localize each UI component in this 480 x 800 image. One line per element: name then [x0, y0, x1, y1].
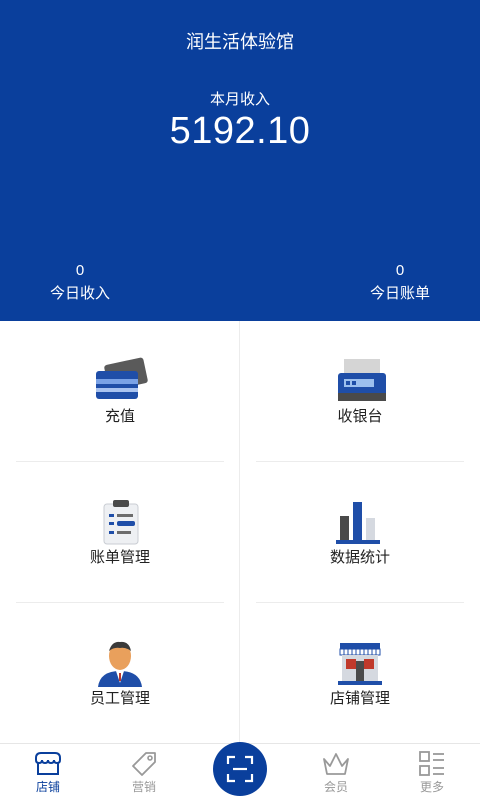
- scan-button[interactable]: [213, 742, 267, 796]
- storefront-icon: [330, 639, 390, 687]
- store-management-button[interactable]: 店铺管理: [248, 603, 472, 743]
- today-bills-value: 0: [395, 262, 405, 279]
- feature-grid: 充值 收银台 账单管理 数据统计 员工管理 店铺管理: [0, 321, 480, 743]
- tab-member[interactable]: 会员: [296, 744, 376, 800]
- scan-icon: [226, 755, 254, 783]
- cash-register-icon: [330, 357, 390, 405]
- crown-icon: [321, 749, 351, 779]
- tab-marketing-label: 营销: [131, 780, 156, 794]
- today-income-label: 今日收入: [49, 285, 110, 302]
- cashier-button[interactable]: 收银台: [248, 321, 472, 461]
- bar-chart-icon: [330, 498, 390, 546]
- staff-management-button[interactable]: 员工管理: [8, 603, 232, 743]
- tab-member-label: 会员: [323, 780, 348, 794]
- month-income-value: 5192.10: [169, 110, 311, 152]
- tab-shop[interactable]: 店铺: [8, 744, 88, 800]
- tab-more-label: 更多: [419, 780, 444, 794]
- tag-icon: [129, 749, 159, 779]
- recharge-button[interactable]: 充值: [8, 321, 232, 461]
- staff-icon: [90, 639, 150, 687]
- more-grid-icon: [417, 749, 447, 779]
- store-name: 润生活体验馆: [186, 32, 294, 52]
- staff-management-label: 员工管理: [89, 690, 150, 707]
- store-management-label: 店铺管理: [329, 690, 390, 707]
- grid-divider: [239, 321, 240, 743]
- recharge-label: 充值: [104, 408, 135, 425]
- today-income-value: 0: [75, 262, 85, 279]
- today-bills-stat[interactable]: 0 今日账单: [330, 262, 470, 303]
- today-bills-label: 今日账单: [369, 285, 430, 302]
- tab-more[interactable]: 更多: [392, 744, 472, 800]
- month-income-label: 本月收入: [209, 91, 270, 108]
- today-income-stat[interactable]: 0 今日收入: [10, 262, 150, 303]
- data-statistics-label: 数据统计: [329, 549, 390, 566]
- bill-management-label: 账单管理: [89, 549, 150, 566]
- cashier-label: 收银台: [337, 408, 383, 425]
- tab-marketing[interactable]: 营销: [104, 744, 184, 800]
- card-icon: [90, 357, 150, 405]
- tab-shop-label: 店铺: [35, 780, 60, 794]
- bill-management-button[interactable]: 账单管理: [8, 462, 232, 602]
- data-statistics-button[interactable]: 数据统计: [248, 462, 472, 602]
- clipboard-icon: [90, 498, 150, 546]
- header-panel: 润生活体验馆 本月收入 5192.10 0 今日收入 0 今日账单: [0, 0, 480, 321]
- shop-icon: [33, 749, 63, 779]
